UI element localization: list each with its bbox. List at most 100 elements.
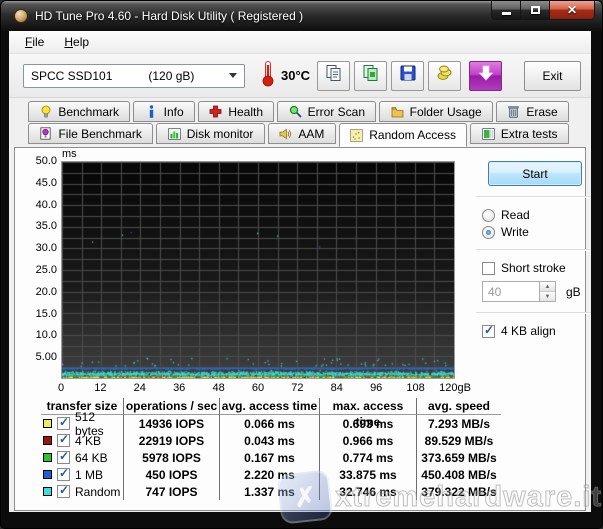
y-axis-tick-label: 50.0 — [17, 155, 57, 167]
tab-folder-usage[interactable]: Folder Usage — [379, 101, 493, 122]
x-axis-tick-label: 24 — [118, 382, 162, 394]
avg-access-time-value: 2.220 ms — [220, 466, 320, 483]
series-color-swatch — [43, 470, 52, 479]
col-header-avg-speed: avg. speed — [417, 398, 501, 415]
tab-label: Erase — [526, 105, 557, 119]
tab-extra-tests[interactable]: Extra tests — [470, 123, 569, 144]
separator — [476, 196, 591, 198]
series-checkbox[interactable] — [57, 417, 70, 430]
tab-erase[interactable]: Erase — [496, 101, 569, 122]
minimize-icon — [502, 12, 511, 15]
max-access-time-value: 33.875 ms — [320, 466, 417, 483]
table-row-transfer-size: 64 KB — [41, 449, 124, 466]
menu-help[interactable]: Help — [56, 32, 97, 52]
copy-text-button[interactable] — [317, 61, 350, 91]
tab-health[interactable]: Health — [198, 101, 274, 122]
maximize-button[interactable] — [521, 1, 549, 20]
drive-selector[interactable]: SPCC SSD101 (120 gB) — [23, 64, 245, 88]
scatter-canvas — [62, 162, 454, 378]
max-access-time-value: 0.774 ms — [320, 449, 417, 466]
tab-random-access[interactable]: Random Access — [339, 123, 468, 147]
avg-access-time-value: 1.337 ms — [220, 483, 320, 500]
write-radio[interactable] — [482, 226, 495, 239]
y-axis-tick-label: 35.0 — [17, 220, 57, 232]
series-checkbox[interactable] — [57, 451, 70, 464]
tab-aam[interactable]: AAM — [268, 123, 336, 144]
series-checkbox[interactable] — [57, 434, 70, 447]
operations-per-sec-value: 747 IOPS — [124, 483, 220, 500]
close-icon: ✕ — [567, 3, 577, 17]
transfer-size-label: 4 KB — [75, 434, 101, 448]
max-access-time-value: 0.966 ms — [320, 432, 417, 449]
magnifier-icon — [289, 105, 302, 118]
tab-info[interactable]: Info — [133, 101, 195, 122]
transfer-size-label: Random — [75, 485, 120, 499]
y-axis-tick-label: 25.0 — [17, 264, 57, 276]
tab-label: File Benchmark — [58, 127, 141, 141]
spin-up-button[interactable]: ▲ — [540, 282, 555, 292]
copy-image-button[interactable] — [354, 61, 387, 91]
y-axis-tick-label: 30.0 — [17, 242, 57, 254]
save-button[interactable] — [391, 61, 424, 91]
tab-label: Info — [164, 105, 184, 119]
download-results-button[interactable] — [469, 61, 502, 91]
read-option[interactable]: Read — [482, 208, 591, 222]
transfer-size-label: 64 KB — [75, 451, 108, 465]
app-icon — [14, 9, 28, 23]
short-stroke-size: 40 ▲ ▼ gB — [482, 281, 591, 302]
menu-file[interactable]: File — [17, 32, 52, 52]
read-label: Read — [501, 208, 530, 222]
write-label: Write — [501, 225, 529, 239]
series-color-swatch — [43, 487, 52, 496]
scatter-icon — [350, 129, 363, 142]
menu-bar: File Help — [9, 31, 591, 54]
x-axis-tick-label: 12 — [78, 382, 122, 394]
speaker-icon — [279, 127, 292, 140]
series-checkbox[interactable] — [57, 468, 70, 481]
spin-down-button[interactable]: ▼ — [540, 292, 555, 301]
save-icon — [399, 64, 417, 87]
series-checkbox[interactable] — [57, 485, 70, 498]
y-axis-tick-label: 10.0 — [17, 329, 57, 341]
transfer-size-label: 1 MB — [75, 468, 103, 482]
results-table: transfer size operations / sec avg. acce… — [41, 398, 501, 500]
copy-text-icon — [325, 64, 343, 87]
align-option[interactable]: 4 KB align — [482, 324, 591, 338]
minimize-button[interactable] — [491, 1, 521, 20]
align-checkbox[interactable] — [482, 325, 495, 338]
table-row-transfer-size: 4 KB — [41, 432, 124, 449]
title-bar[interactable]: HD Tune Pro 4.60 - Hard Disk Utility ( R… — [1, 1, 602, 31]
series-color-swatch — [43, 453, 52, 462]
read-radio[interactable] — [482, 209, 495, 222]
tab-file-benchmark[interactable]: File Benchmark — [28, 123, 153, 144]
x-axis-tick-label: 120gB — [433, 382, 477, 394]
random-access-scatter-plot — [61, 161, 455, 379]
drive-name: SPCC SSD101 — [31, 69, 112, 83]
tab-benchmark[interactable]: Benchmark — [28, 101, 130, 122]
max-access-time-value: 32.746 ms — [320, 483, 417, 500]
avg-speed-value: 379.322 MB/s — [417, 483, 501, 500]
trash-icon — [507, 105, 520, 118]
table-row-transfer-size: 512 bytes — [41, 415, 124, 432]
col-header-operations: operations / sec — [124, 398, 220, 415]
max-access-time-value: 0.693 ms — [320, 415, 417, 432]
short-stroke-label: Short stroke — [501, 261, 566, 275]
short-stroke-checkbox[interactable] — [482, 262, 495, 275]
short-stroke-option[interactable]: Short stroke — [482, 261, 591, 275]
operations-per-sec-value: 5978 IOPS — [124, 449, 220, 466]
short-stroke-size-input[interactable]: 40 — [482, 281, 540, 302]
tab-error-scan[interactable]: Error Scan — [277, 101, 376, 122]
start-button[interactable]: Start — [488, 161, 582, 186]
avg-access-time-value: 0.043 ms — [220, 432, 320, 449]
close-button[interactable]: ✕ — [549, 1, 595, 20]
write-option[interactable]: Write — [482, 225, 591, 239]
table-row-transfer-size: 1 MB — [41, 466, 124, 483]
table-row-transfer-size: Random — [41, 483, 124, 500]
tab-disk-monitor[interactable]: Disk monitor — [156, 123, 265, 144]
tab-label: Benchmark — [58, 105, 119, 119]
y-axis-tick-label: 40.0 — [17, 199, 57, 211]
avg-speed-value: 373.659 MB/s — [417, 449, 501, 466]
exit-button[interactable]: Exit — [524, 61, 581, 91]
options-button[interactable] — [428, 61, 461, 91]
window-title: HD Tune Pro 4.60 - Hard Disk Utility ( R… — [35, 1, 303, 31]
